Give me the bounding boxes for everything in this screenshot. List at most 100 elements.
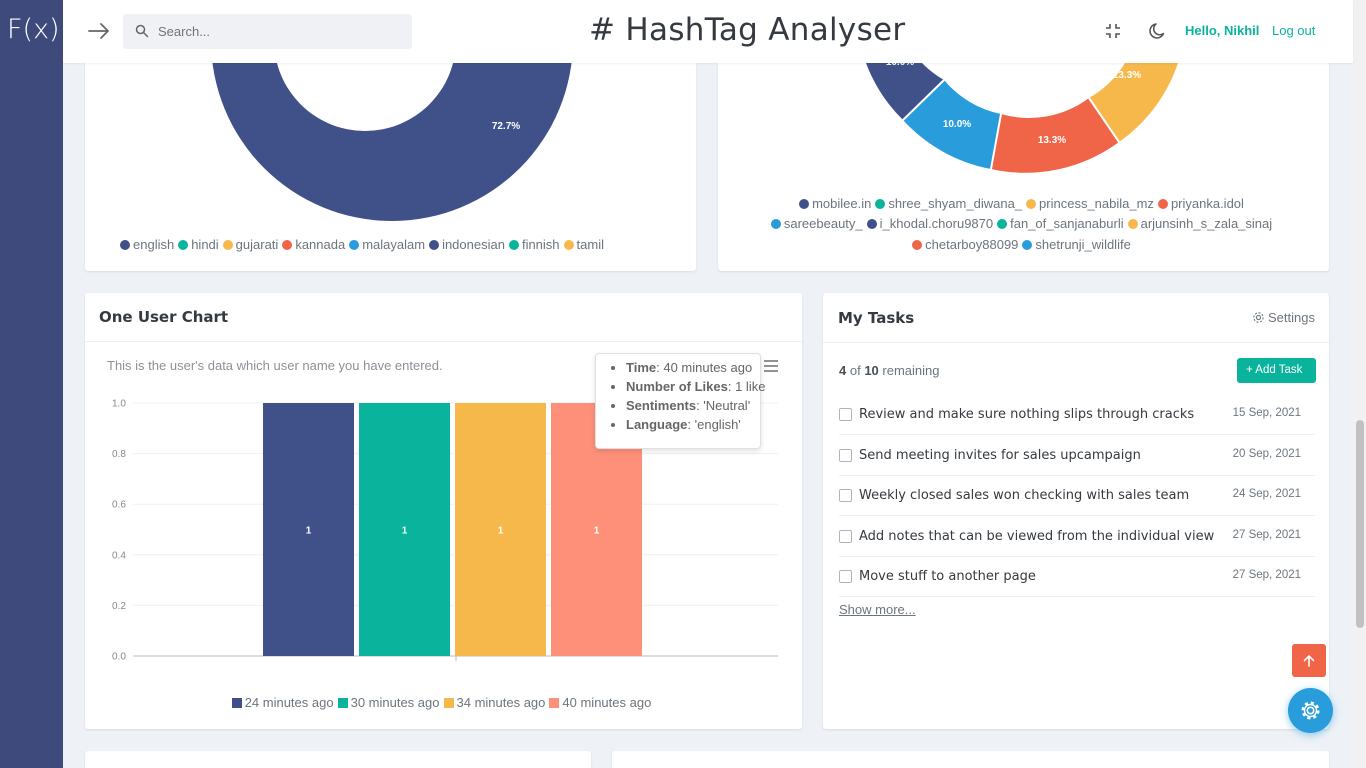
task-row: Review and make sure nothing slips throu… (839, 394, 1315, 435)
legend-item[interactable]: english (120, 237, 174, 252)
task-checkbox[interactable] (839, 529, 852, 543)
legend-item[interactable]: arjunsinh_s_zala_sinaj (1127, 216, 1272, 231)
donut-slice-label: 10.0% (943, 119, 971, 130)
bar-data-label: 1 (402, 526, 408, 537)
legend-item[interactable]: gujarati (222, 237, 278, 252)
legend-label: 24 minutes ago (244, 695, 334, 710)
chart-menu-icon[interactable] (763, 359, 779, 373)
legend-label: finnish (521, 237, 560, 252)
legend-label: priyanka.idol (1170, 196, 1244, 211)
bar-data-label: 1 (498, 526, 504, 537)
task-date: 15 Sep, 2021 (1232, 407, 1301, 419)
legend-item[interactable]: chetarboy88099 (912, 237, 1018, 252)
legend-item[interactable]: sareebeauty_ (770, 216, 863, 231)
legend-marker (349, 240, 360, 250)
legend-item[interactable]: indonesian (429, 237, 505, 252)
settings-label: Settings (1268, 310, 1315, 325)
legend-item[interactable]: mobilee.in (799, 196, 871, 211)
legend-item[interactable]: 40 minutes ago (549, 695, 651, 710)
legend-label: 30 minutes ago (350, 695, 440, 710)
legend-label: hindi (191, 237, 219, 252)
task-checkbox[interactable] (839, 489, 852, 502)
legend-item[interactable]: fan_of_sanjanaburli (997, 216, 1124, 231)
gear-icon (1301, 701, 1320, 720)
legend-item[interactable]: kannada (282, 237, 345, 252)
remaining-total: 10 (864, 363, 879, 378)
legend-item[interactable]: i_khodal.choru9870 (866, 216, 993, 231)
y-tick-label: 0.2 (112, 601, 126, 612)
y-tick-label: 0.0 (112, 652, 126, 663)
legend-marker (120, 240, 130, 250)
scrollbar-thumb[interactable] (1356, 420, 1364, 628)
tooltip-line: Time: 40 minutes ago (626, 358, 760, 377)
task-checkbox[interactable] (839, 570, 852, 583)
legend-marker (222, 240, 233, 250)
legend-marker (1157, 199, 1168, 209)
search-icon (135, 24, 149, 38)
legend-item[interactable]: princess_nabila_mz (1026, 196, 1154, 211)
task-text: Move stuff to another page (859, 569, 1036, 584)
page-title: # HashTag Analyser (589, 12, 906, 48)
add-task-button[interactable]: + Add Task (1237, 358, 1316, 383)
customizer-settings-button[interactable] (1288, 688, 1333, 733)
languages-donut-chart: 72.7% (211, 40, 573, 221)
legend-item[interactable]: priyanka.idol (1157, 196, 1244, 211)
back-to-top-button[interactable] (1292, 644, 1326, 677)
tooltip-value: : 40 minutes ago (656, 360, 753, 375)
legend-marker (866, 219, 877, 229)
donut-slice-label: 13.3% (1113, 70, 1141, 81)
users-legend-row-3: chetarboy88099 shetrunji_wildlife (718, 237, 1329, 252)
legend-label: shree_shyam_diwana_ (888, 196, 1023, 211)
task-checkbox[interactable] (839, 408, 852, 421)
legend-marker (875, 199, 886, 209)
legend-item[interactable]: 24 minutes ago (231, 695, 334, 710)
topbar: # HashTag Analyser Hello, Nikhil Log out (63, 0, 1353, 63)
app-logo[interactable]: F(x) (7, 14, 60, 45)
tooltip-line: Language: 'english' (626, 415, 760, 434)
legend-marker (1022, 240, 1033, 250)
tasks-settings-link[interactable]: Settings (1252, 310, 1315, 325)
legend-marker (799, 199, 810, 209)
fullscreen-exit-icon[interactable] (1103, 21, 1123, 41)
legend-item[interactable]: tamil (563, 237, 604, 252)
legend-item[interactable]: 34 minutes ago (443, 695, 545, 710)
page-scrollbar[interactable] (1353, 0, 1366, 768)
task-checkbox[interactable] (839, 448, 852, 462)
task-date: 27 Sep, 2021 (1232, 528, 1301, 541)
legend-marker (563, 240, 574, 250)
legend-marker (508, 240, 519, 250)
logout-link[interactable]: Log out (1272, 23, 1315, 38)
remaining-of: of (846, 363, 865, 378)
legend-marker (997, 219, 1008, 229)
legend-marker (231, 698, 242, 708)
sidebar-toggle-arrow-icon[interactable] (87, 20, 111, 42)
tooltip-key: Time (626, 360, 657, 375)
bar-data-label: 1 (306, 526, 312, 537)
task-row: Weekly closed sales won checking with sa… (839, 475, 1315, 516)
show-more-link[interactable]: Show more... (839, 602, 916, 617)
tooltip-value: : 'english' (687, 417, 741, 432)
gear-icon (1253, 312, 1264, 323)
legend-label: english (133, 237, 175, 252)
tooltip-value: : 1 like (727, 379, 766, 394)
legend-marker (178, 240, 189, 250)
sidebar: F(x) (0, 0, 63, 768)
legend-item[interactable]: finnish (508, 237, 560, 252)
legend-label: princess_nabila_mz (1039, 196, 1154, 211)
dark-mode-moon-icon[interactable] (1148, 21, 1168, 41)
legend-item[interactable]: 30 minutes ago (337, 695, 440, 710)
legend-item[interactable]: malayalam (349, 237, 425, 252)
legend-marker (912, 240, 923, 250)
legend-item[interactable]: shetrunji_wildlife (1022, 237, 1131, 252)
legend-item[interactable]: hindi (178, 237, 219, 252)
user-greeting[interactable]: Hello, Nikhil (1185, 23, 1259, 38)
task-date: 20 Sep, 2021 (1232, 447, 1301, 460)
legend-label: sareebeauty_ (783, 216, 863, 231)
task-date: 24 Sep, 2021 (1232, 488, 1301, 500)
one-user-chart-card: One User Chart This is the user's data w… (85, 293, 802, 729)
legend-item[interactable]: shree_shyam_diwana_ (875, 196, 1022, 211)
legend-label: kannada (295, 237, 346, 252)
legend-marker (770, 219, 781, 229)
search-input[interactable] (158, 14, 398, 49)
tooltip-value: : 'Neutral' (696, 398, 751, 413)
